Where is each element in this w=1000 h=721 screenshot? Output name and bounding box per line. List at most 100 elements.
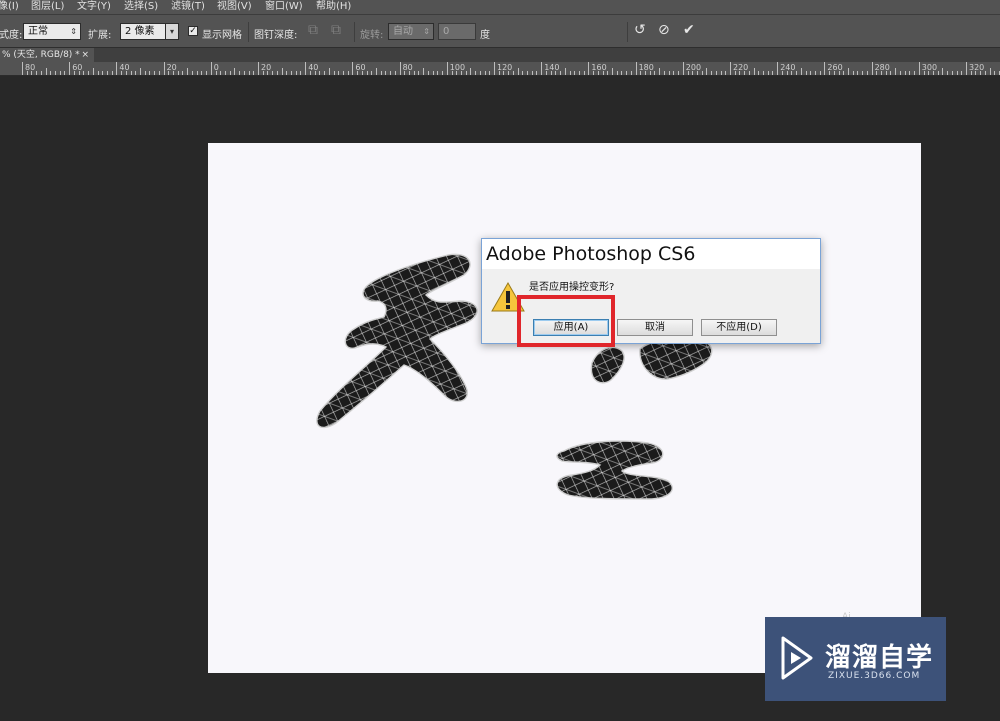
ruler-tick — [796, 71, 798, 75]
ruler-tick — [385, 71, 387, 75]
ruler-tick — [663, 71, 665, 75]
menu-view[interactable]: 视图(V) — [217, 0, 252, 14]
ruler-tick — [352, 62, 354, 75]
ruler-tick — [475, 71, 477, 75]
ruler-tick — [560, 71, 562, 75]
document-tab[interactable]: % (天空, RGB/8) * × — [0, 48, 94, 62]
ruler-tick — [649, 71, 651, 75]
ruler-tick — [819, 71, 821, 75]
menu-image[interactable]: 像(I) — [0, 0, 19, 14]
ruler-tick — [621, 71, 623, 75]
rotate-degree-value: 0 — [443, 26, 450, 37]
ruler-tick — [144, 71, 146, 75]
ruler-tick — [305, 62, 307, 75]
ruler-tick — [399, 62, 401, 75]
ruler-tick — [300, 71, 302, 75]
ruler-tick — [26, 71, 28, 75]
ruler-tick — [328, 68, 330, 75]
menu-layer[interactable]: 图层(L) — [31, 0, 64, 14]
horizontal-ruler[interactable]: 80 60 40 20 0 20 40 60 80 100 120 140 160 180 200 220 24… — [0, 62, 1000, 76]
document-canvas[interactable] — [208, 143, 921, 673]
ruler-tick — [55, 71, 57, 75]
document-tab-bar: % (天空, RGB/8) * × — [0, 48, 1000, 62]
menu-help[interactable]: 帮助(H) — [316, 0, 351, 14]
ruler-tick — [583, 71, 585, 75]
ruler-tick — [692, 71, 694, 75]
ruler-tick — [923, 71, 925, 75]
ruler-tick — [427, 71, 429, 75]
ruler-tick — [739, 71, 741, 75]
ruler-tick — [479, 71, 481, 75]
mode-select[interactable]: 正常 ⇕ — [23, 23, 81, 40]
watermark-name: 溜溜自学 — [825, 643, 934, 673]
ruler-tick — [800, 68, 802, 75]
cancel-icon[interactable]: ⊘ — [658, 22, 670, 38]
ruler-tick — [852, 71, 854, 75]
ruler-tick — [149, 71, 151, 75]
ruler-tick — [909, 71, 911, 75]
cancel-button[interactable]: 取消 — [617, 319, 693, 336]
pin-forward-icon[interactable]: ⧉ — [308, 22, 318, 38]
ruler-tick — [942, 68, 944, 75]
ruler-tick — [371, 71, 373, 75]
ruler-tick — [522, 71, 524, 75]
menu-select[interactable]: 选择(S) — [124, 0, 158, 14]
ruler-tick — [291, 71, 293, 75]
ruler-tick — [994, 71, 996, 75]
ruler-tick — [69, 62, 71, 75]
commit-checkmark-icon[interactable]: ✔ — [683, 22, 695, 38]
ruler-tick — [390, 71, 392, 75]
ruler-tick — [281, 68, 283, 75]
close-icon[interactable]: × — [81, 48, 89, 62]
ruler-tick — [220, 71, 222, 75]
show-mesh-checkbox[interactable]: ✓ — [188, 26, 198, 36]
ruler-tick — [673, 71, 675, 75]
ruler-tick — [413, 71, 415, 75]
ruler-tick — [489, 71, 491, 75]
ruler-tick — [848, 68, 849, 75]
ruler-tick — [899, 71, 901, 75]
ruler-tick — [682, 62, 684, 75]
ruler-tick — [862, 71, 864, 75]
rotate-degree-input[interactable]: 0 — [438, 23, 476, 40]
ruler-tick — [177, 71, 179, 75]
ruler-tick — [989, 68, 991, 75]
ruler-tick — [253, 71, 255, 75]
separator — [627, 22, 628, 42]
ruler-tick — [730, 62, 731, 75]
rotate-select[interactable]: 自动 ⇕ — [388, 23, 434, 40]
ruler-tick — [191, 71, 193, 75]
ruler-tick — [805, 71, 807, 75]
ruler-tick — [229, 71, 231, 75]
ruler-tick — [338, 71, 340, 75]
expand-label: 扩展: — [88, 30, 112, 41]
ruler-tick — [45, 68, 47, 75]
menu-window[interactable]: 窗口(W) — [265, 0, 303, 14]
document-tab-title: % (天空, RGB/8) * — [2, 50, 80, 60]
expand-input-value: 2 像素 — [125, 26, 155, 37]
checkmark-icon: ✓ — [189, 26, 197, 36]
ruler-tick — [593, 71, 595, 75]
ruler-tick — [196, 71, 198, 75]
ruler-tick — [814, 71, 816, 75]
ruler-tick — [626, 71, 628, 75]
rotate-label: 旋转: — [360, 30, 384, 41]
pin-backward-icon[interactable]: ⧉ — [331, 22, 341, 38]
ruler-tick — [319, 71, 321, 75]
ruler-tick — [536, 71, 538, 75]
menu-filter[interactable]: 滤镜(T) — [171, 0, 205, 14]
ruler-tick — [88, 71, 90, 75]
ruler-tick — [333, 71, 335, 75]
expand-dropdown-button[interactable]: ▾ — [165, 23, 179, 40]
ruler-tick — [498, 71, 500, 75]
ruler-tick — [210, 62, 212, 75]
reset-icon[interactable]: ↺ — [634, 22, 646, 38]
ruler-tick — [937, 71, 939, 75]
ruler-tick — [154, 71, 156, 75]
ruler-tick — [791, 71, 793, 75]
ruler-tick — [541, 62, 543, 75]
menu-type[interactable]: 文字(Y) — [77, 0, 111, 14]
expand-input[interactable]: 2 像素 — [120, 23, 166, 40]
dont-apply-button[interactable]: 不应用(D) — [701, 319, 777, 336]
ruler-tick — [121, 71, 123, 75]
